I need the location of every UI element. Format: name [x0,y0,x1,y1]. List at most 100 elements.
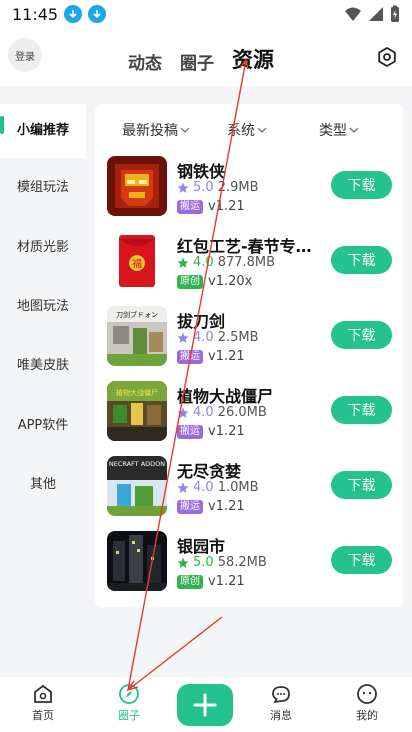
app-tag-row: 搬运 v1.21 [177,424,245,439]
download-button[interactable]: 下载 [331,471,392,499]
source-tag: 搬运 [177,349,203,364]
app-rating: 4.0 [193,405,214,420]
download-notification-icon [88,5,107,23]
list-item[interactable]: 植物大战僵尸 植物大战僵尸 4.0 26.0MB 搬运 v1.21 下载 [95,381,403,447]
resource-list-card: 最新投稿 系统 类型 钢铁侠 5.0 2.9MB 搬运 v1.21 下载 福 红… [95,104,403,607]
app-tag-row: 搬运 v1.21 [177,199,245,214]
app-meta: 4.0 26.0MB [177,405,267,420]
star-icon [177,482,189,493]
header: 登录 动态 圈子 资源 [0,28,412,86]
compass-icon [119,684,139,704]
app-icon-wujintanlan: NECRAFT ADDON [107,456,167,516]
list-item[interactable]: 刀剑ブドォン 拔刀剑 4.0 2.5MB 搬运 v1.21 下载 [95,306,403,372]
source-tag: 原创 [177,574,203,589]
app-version: v1.20x [208,274,253,289]
sidebar-item-app[interactable]: APP软件 [0,414,86,433]
nav-messages[interactable]: 消息 [251,683,311,723]
source-tag: 搬运 [177,424,203,439]
source-tag: 搬运 [177,499,203,514]
list-item[interactable]: 钢铁侠 5.0 2.9MB 搬运 v1.21 下载 [95,156,403,222]
app-size: 2.5MB [217,330,259,345]
app-icon-ironman [107,156,167,216]
app-meta: 4.0 2.5MB [177,330,259,345]
app-tag-row: 原创 v1.20x [177,274,252,289]
app-rating: 5.0 [193,180,214,195]
battery-icon [391,5,399,22]
plus-icon [193,693,217,717]
filter-type-label: 类型 [319,123,347,139]
nav-profile-label: 我的 [356,709,378,722]
app-version: v1.21 [208,574,245,589]
login-button[interactable]: 登录 [8,38,42,72]
profile-icon [357,684,377,704]
app-size: 26.0MB [217,405,267,420]
app-tag-row: 原创 v1.21 [177,574,245,589]
chevron-down-icon [257,127,267,133]
app-name: 拔刀剑 [177,312,226,331]
download-button[interactable]: 下载 [331,246,392,274]
sidebar-item-caizhi[interactable]: 材质光影 [0,236,86,255]
add-post-button[interactable] [177,684,233,726]
app-version: v1.21 [208,424,245,439]
app-tag-row: 搬运 v1.21 [177,349,245,364]
download-button[interactable]: 下载 [331,546,392,574]
status-bar: 11:45 [0,0,412,28]
star-icon [177,182,189,193]
download-notification-icon [64,5,83,23]
app-icon-badaojian: 刀剑ブドォン [107,306,167,366]
nav-circle[interactable]: 圈子 [99,683,159,723]
app-icon-hongbao: 福 [107,231,167,291]
star-icon [177,557,189,568]
app-icon-pvz: 植物大战僵尸 [107,381,167,441]
app-meta: 5.0 2.9MB [177,180,259,195]
app-version: v1.21 [208,349,245,364]
star-icon [177,332,189,343]
filter-row: 最新投稿 系统 类型 [95,120,403,142]
sidebar-item-other[interactable]: 其他 [0,473,86,492]
tab-ziyuan[interactable]: 资源 [232,44,274,74]
filter-sort-label: 最新投稿 [122,123,178,139]
source-tag: 搬运 [177,199,203,214]
app-name: 银园市 [177,537,226,556]
nav-home[interactable]: 首页 [13,683,73,723]
download-button[interactable]: 下载 [331,171,392,199]
sidebar-item-pifu[interactable]: 唯美皮肤 [0,354,86,373]
sidebar-item-xiaobian[interactable]: 小编推荐 [0,104,86,158]
app-tag-row: 搬运 v1.21 [177,499,245,514]
list-item[interactable]: 银园市 5.0 58.2MB 原创 v1.21 下载 [95,531,403,597]
app-meta: 4.0 1.0MB [177,480,259,495]
app-size: 2.9MB [217,180,259,195]
filter-system[interactable]: 系统 [227,120,267,140]
app-version: v1.21 [208,199,245,214]
sidebar-item-ditu[interactable]: 地图玩法 [0,295,86,314]
app-name: 钢铁侠 [177,162,226,181]
app-version: v1.21 [208,499,245,514]
settings-icon[interactable] [376,46,398,68]
app-size: 58.2MB [217,555,267,570]
app-rating: 4.0 [193,480,214,495]
nav-profile[interactable]: 我的 [337,683,397,723]
list-item[interactable]: NECRAFT ADDON 无尽贪婪 4.0 1.0MB 搬运 v1.21 下载 [95,456,403,522]
download-button[interactable]: 下载 [331,396,392,424]
app-rating: 4.0 [193,330,214,345]
chevron-down-icon [180,127,190,133]
sidebar-active-indicator [0,116,4,134]
nav-home-label: 首页 [32,709,54,722]
chevron-down-icon [349,127,359,133]
app-name: 红包工艺-春节专... [177,237,313,256]
chat-icon [272,686,290,704]
status-time: 11:45 [12,4,59,24]
source-tag: 原创 [177,274,203,289]
filter-sort[interactable]: 最新投稿 [122,120,190,140]
sidebar-item-mozu[interactable]: 模组玩法 [0,176,86,195]
filter-system-label: 系统 [227,123,255,139]
tab-quanzi[interactable]: 圈子 [180,49,214,74]
tab-dongtai[interactable]: 动态 [128,49,162,74]
download-button[interactable]: 下载 [331,321,392,349]
app-name: 无尽贪婪 [177,462,242,481]
list-item[interactable]: 福 红包工艺-春节专... 4.0 877.8MB 原创 v1.20x 下载 [95,231,403,297]
app-name: 植物大战僵尸 [177,387,274,406]
wifi-icon [345,7,361,21]
app-size: 1.0MB [217,480,259,495]
filter-type[interactable]: 类型 [319,120,359,140]
